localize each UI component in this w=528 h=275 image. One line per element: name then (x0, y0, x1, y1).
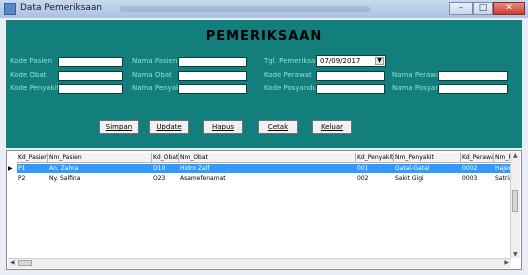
column-header-nm-obat[interactable]: Nm_Obat (179, 153, 356, 163)
update-label: Update (156, 123, 182, 131)
label-nama-perawat: Nama Perawat (392, 71, 444, 79)
cell-kd-penyakit: 001 (357, 165, 369, 172)
keluar-button[interactable]: Keluar (312, 120, 352, 134)
kode-pasien-field[interactable] (58, 57, 123, 67)
tgl-pemeriksaan-picker[interactable]: 07/09/2017 ▼ (316, 55, 386, 67)
cell-kd-obat: D10 (153, 165, 166, 172)
label-nama-penyakit: Nama Penyakit (132, 84, 185, 92)
title-bar: Data Pemeriksaan – □ ✕ (0, 0, 528, 18)
scroll-right-icon[interactable]: ▶ (504, 259, 509, 266)
scroll-up-icon[interactable]: ▲ (513, 152, 518, 159)
column-header-kd-perawat[interactable]: Kd_Perawat (461, 153, 494, 163)
minimize-button[interactable]: – (449, 2, 473, 15)
cell-nm-pasien: Ny. Salfina (49, 175, 81, 182)
cell-kd-penyakit: 002 (357, 175, 369, 182)
cell-kd-perawat: 0003 (462, 175, 478, 182)
chevron-down-icon[interactable]: ▼ (375, 57, 384, 65)
cell-nm-obat: Asamefenamat (180, 175, 226, 182)
data-grid[interactable]: Kd_Pasien Nm_Pasien Kd_Obat Nm_Obat Kd_P… (6, 150, 522, 270)
kode-obat-field[interactable] (58, 71, 123, 81)
cetak-label: Cetak (267, 123, 289, 131)
scroll-left-icon[interactable]: ◀ (10, 259, 15, 266)
column-header-kd-penyakit[interactable]: Kd_Penyakit (356, 153, 394, 163)
label-kode-obat: Kode Obat (10, 71, 47, 79)
kode-posyandu-field[interactable] (316, 84, 385, 94)
nama-perawat-field[interactable] (438, 71, 508, 81)
tgl-pemeriksaan-value: 07/09/2017 (320, 57, 361, 65)
kode-perawat-field[interactable] (316, 71, 385, 81)
nama-pasien-field[interactable] (178, 57, 247, 67)
nama-penyakit-field[interactable] (178, 84, 247, 94)
form-panel: PEMERIKSAAN Kode Pasien Nama Pasien Tgl.… (6, 20, 522, 148)
form-heading: PEMERIKSAAN (205, 29, 323, 44)
simpan-label: Simpan (105, 123, 133, 131)
cetak-button[interactable]: Cetak (258, 120, 298, 134)
app-icon (4, 3, 16, 15)
kode-penyakit-field[interactable] (58, 84, 123, 94)
blurred-title-area (120, 6, 370, 12)
cell-nm-pasien: An. Zahra (49, 165, 79, 172)
cell-kd-perawat: 0002 (462, 165, 478, 172)
close-button[interactable]: ✕ (493, 2, 525, 15)
cell-kd-pasien: P1 (18, 165, 26, 172)
column-header-nm-pasien[interactable]: Nm_Pasien (48, 153, 152, 163)
nama-posyandu-field[interactable] (438, 84, 508, 94)
current-row-marker-icon: ▶ (8, 165, 13, 172)
scroll-down-icon[interactable]: ▼ (513, 251, 518, 258)
hapus-label: Hapus (211, 123, 235, 131)
simpan-button[interactable]: Simpan (99, 120, 139, 134)
label-kode-perawat: Kode Perawat (264, 71, 312, 79)
label-nama-obat: Nama Obat (132, 71, 172, 79)
app-window: Data Pemeriksaan – □ ✕ PEMERIKSAAN Kode … (0, 0, 528, 275)
column-header-kd-pasien[interactable]: Kd_Pasien (17, 153, 48, 163)
maximize-button[interactable]: □ (473, 2, 493, 15)
label-kode-posyandu: Kode Posyandu (264, 84, 318, 92)
cell-kd-pasien: P2 (18, 175, 26, 182)
update-button[interactable]: Update (149, 120, 189, 134)
column-header-nm-penyakit[interactable]: Nm_Penyakit (394, 153, 461, 163)
vertical-scrollbar[interactable]: ▲ ▼ (510, 152, 520, 258)
label-nama-pasien: Nama Pasien (132, 57, 178, 65)
label-kode-penyakit: Kode Penyakit (10, 84, 60, 92)
hapus-button[interactable]: Hapus (203, 120, 243, 134)
window-title: Data Pemeriksaan (20, 3, 103, 13)
column-header-kd-obat[interactable]: Kd_Obat (152, 153, 179, 163)
cell-nm-penyakit: Sakit Gigi (395, 175, 424, 182)
cell-kd-obat: O23 (153, 175, 166, 182)
cell-nm-penyakit: Gatal-Gatal (395, 165, 430, 172)
vertical-scroll-thumb[interactable] (512, 190, 518, 212)
horizontal-scrollbar[interactable]: ◀ ▶ (8, 258, 511, 268)
label-kode-pasien: Kode Pasien (10, 57, 53, 65)
keluar-label: Keluar (320, 123, 344, 131)
nama-obat-field[interactable] (178, 71, 247, 81)
cell-nm-obat: Hidro Zalf (180, 165, 210, 172)
horizontal-scroll-thumb[interactable] (18, 260, 32, 266)
